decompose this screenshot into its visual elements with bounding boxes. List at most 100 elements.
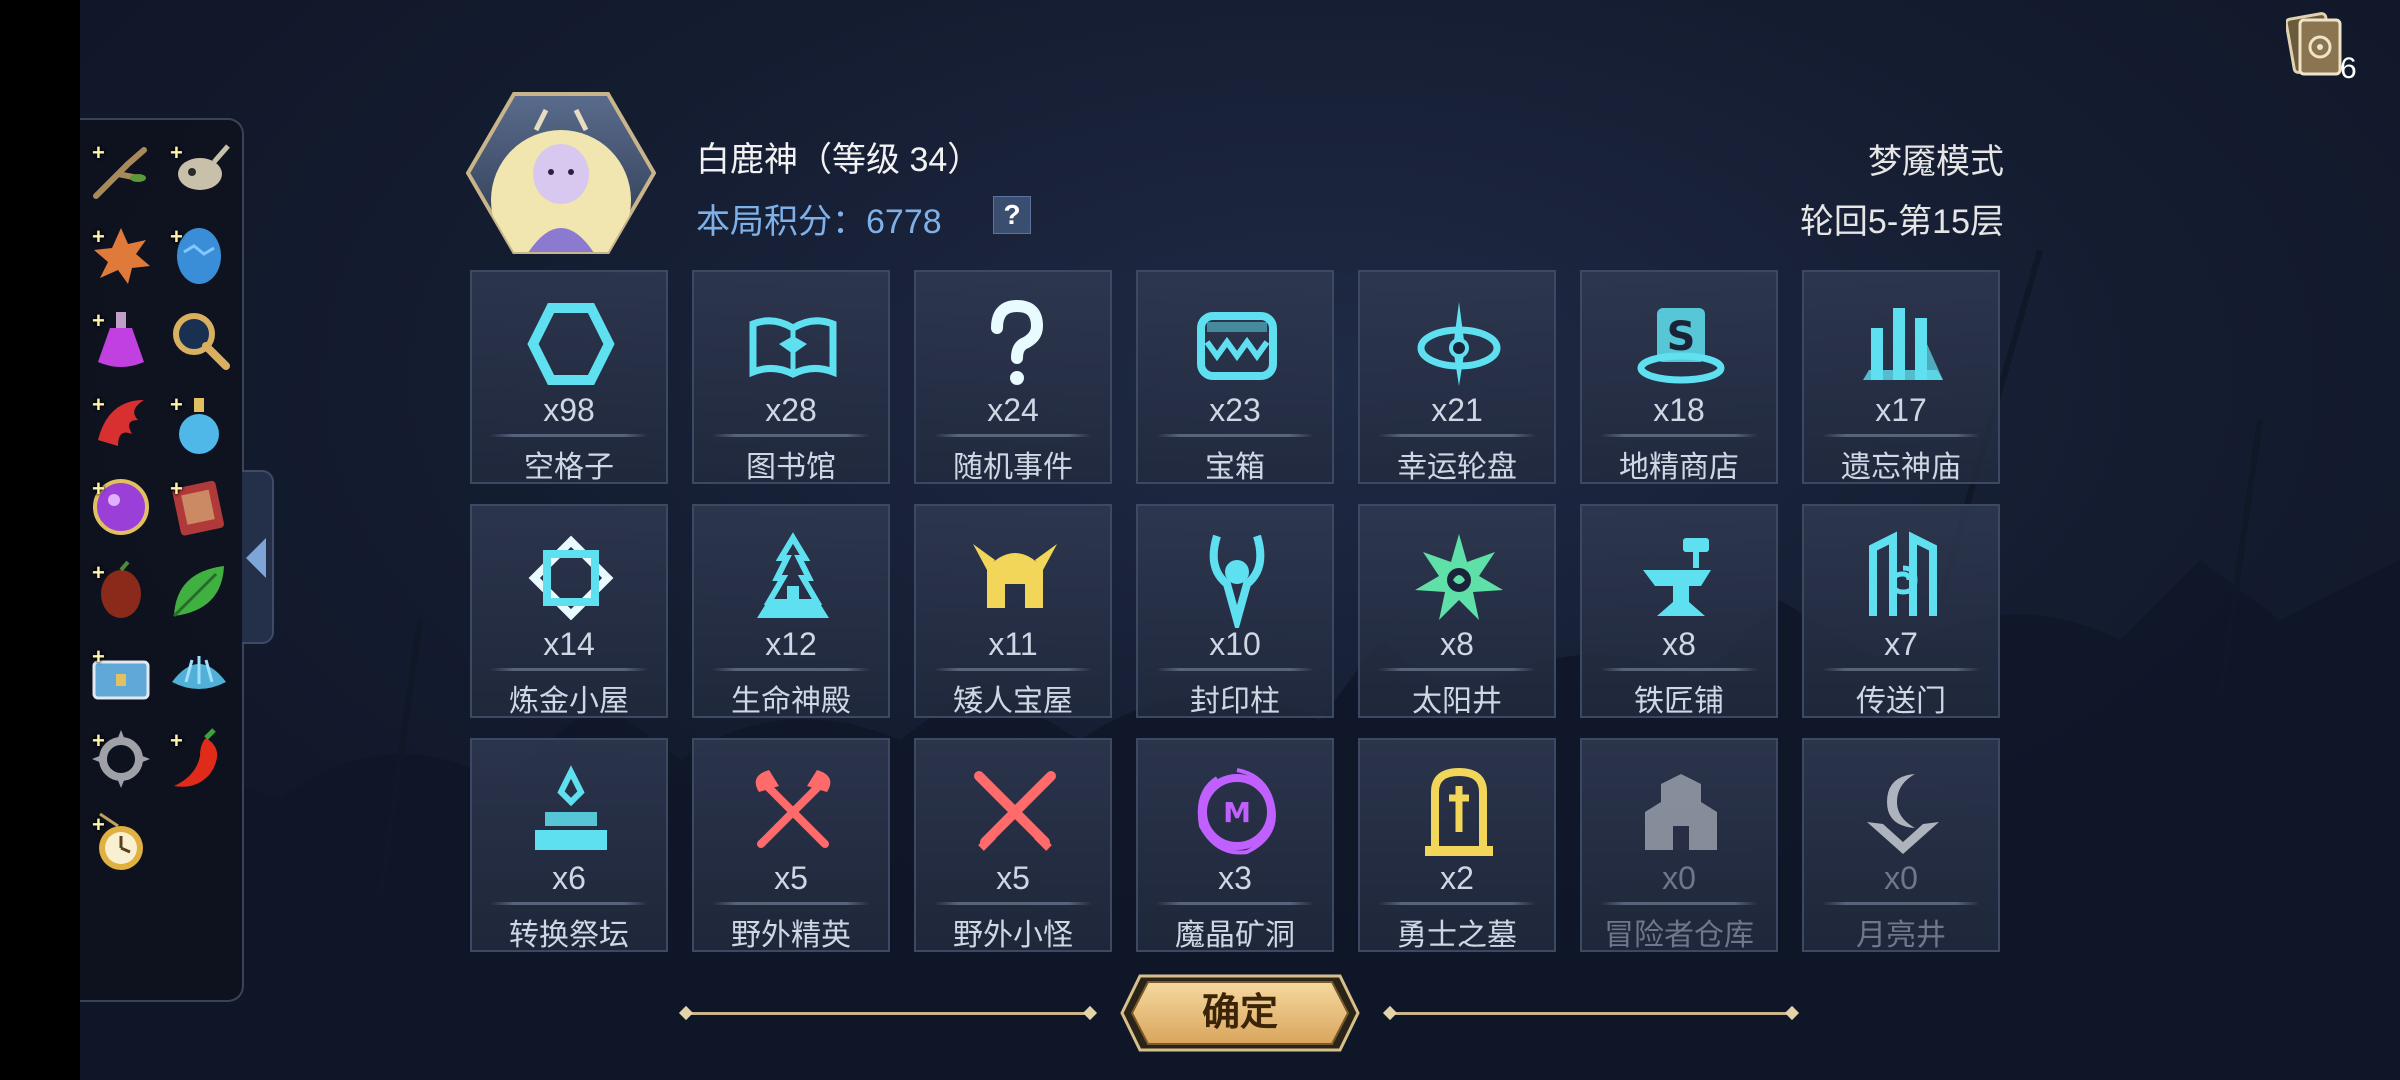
divider [1600, 668, 1758, 671]
tile-count: x3 [1218, 860, 1252, 896]
spell-book-icon[interactable]: + [166, 474, 232, 540]
tile-label: 传送门 [1856, 685, 1946, 718]
divider [934, 434, 1092, 437]
anvil-icon [1631, 528, 1731, 628]
upgrade-plus-icon: + [92, 728, 105, 753]
crossed-axes-icon [743, 762, 843, 862]
score-label: 本局积分： [696, 203, 866, 241]
tile-count: x10 [1209, 626, 1261, 662]
blue-potion-icon[interactable]: + [166, 390, 232, 456]
red-claw-icon[interactable]: + [88, 390, 154, 456]
warehouse-icon [1631, 762, 1731, 862]
tile-count: x98 [543, 392, 595, 428]
divider [490, 902, 648, 905]
tile-count: x23 [1209, 392, 1261, 428]
tile-count: x14 [543, 626, 595, 662]
sun-well-icon [1409, 528, 1509, 628]
tile-label: 空格子 [524, 451, 614, 484]
upgrade-plus-icon: + [92, 644, 105, 669]
tile-stat-card: x17 遗忘神庙 [1802, 270, 2000, 484]
confirm-label: 确定 [1201, 992, 1278, 1034]
tile-stat-card: x2 勇士之墓 [1358, 738, 1556, 952]
upgrade-plus-icon: + [92, 476, 105, 501]
tile-stats-grid: x98 空格子 x28 图书馆 x24 随机事件 x23 宝箱 x21 幸运轮盘 Sx18 地精商店 x… [470, 270, 2004, 954]
tile-count: x6 [552, 860, 586, 896]
card-deck-icon[interactable] [2284, 10, 2348, 80]
tile-label: 地精商店 [1619, 451, 1739, 484]
divider [712, 434, 870, 437]
upgrade-plus-icon: + [170, 140, 183, 165]
tile-stat-card: x8 铁匠铺 [1580, 504, 1778, 718]
divider [1378, 434, 1536, 437]
green-leaf-icon[interactable] [166, 558, 232, 624]
tile-stat-card: x5 野外精英 [692, 738, 890, 952]
confirm-button[interactable]: 确定 [1120, 972, 1360, 1054]
difficulty-mode: 梦魇模式 [1868, 143, 2004, 181]
magnifier-icon[interactable] [166, 306, 232, 372]
tile-label: 转换祭坛 [509, 919, 629, 952]
tile-count: x2 [1440, 860, 1474, 896]
tile-stat-card: Mx3 魔晶矿洞 [1136, 738, 1334, 952]
treasure-chest-icon[interactable]: + [88, 642, 154, 708]
tile-count: x8 [1662, 626, 1696, 662]
tile-label: 冒险者仓库 [1604, 919, 1754, 952]
moon-well-icon [1853, 762, 1953, 862]
help-button[interactable]: ? [993, 196, 1031, 234]
alchemy-hut-icon [521, 528, 621, 628]
hexagon-icon [521, 294, 621, 394]
hero-portrait[interactable] [465, 90, 657, 256]
divider [1378, 902, 1536, 905]
upgrade-plus-icon: + [92, 140, 105, 165]
divider [1156, 668, 1314, 671]
tile-stat-card: x7 传送门 [1802, 504, 2000, 718]
divider [1156, 434, 1314, 437]
upgrade-plus-icon: + [170, 224, 183, 249]
branch-icon[interactable]: + [88, 138, 154, 204]
dark-seed-icon[interactable]: + [88, 558, 154, 624]
chili-pepper-icon[interactable]: + [166, 726, 232, 792]
clam-shell-icon[interactable] [166, 642, 232, 708]
upgrade-plus-icon: + [170, 476, 183, 501]
tile-label: 魔晶矿洞 [1175, 919, 1295, 952]
divider [934, 902, 1092, 905]
seal-pillar-icon [1187, 528, 1287, 635]
tile-count: x7 [1884, 626, 1918, 662]
tile-count: x21 [1431, 392, 1483, 428]
divider [1822, 668, 1980, 671]
mimic-chest-icon [1187, 294, 1287, 394]
animal-skull-icon[interactable]: + [166, 138, 232, 204]
tombstone-icon [1409, 762, 1509, 862]
tile-label: 勇士之墓 [1397, 919, 1517, 952]
spiky-shell-icon[interactable]: + [88, 222, 154, 288]
purple-orb-icon[interactable]: + [88, 474, 154, 540]
tile-stat-card: x23 宝箱 [1136, 270, 1334, 484]
inventory-sidebar: + + + + + + + + + + + + + + [80, 118, 244, 1002]
tile-stat-card: x0 月亮井 [1802, 738, 2000, 952]
tile-stat-card: x6 转换祭坛 [470, 738, 668, 952]
blue-egg-icon[interactable]: + [166, 222, 232, 288]
pocket-watch-icon[interactable]: + [88, 810, 154, 876]
purple-potion-icon[interactable]: + [88, 306, 154, 372]
divider [1156, 902, 1314, 905]
tile-label: 铁匠铺 [1634, 685, 1724, 718]
upgrade-plus-icon: + [170, 728, 183, 753]
decorative-line-left [686, 1012, 1090, 1015]
upgrade-plus-icon: + [92, 224, 105, 249]
tile-count: x8 [1440, 626, 1474, 662]
tile-label: 幸运轮盘 [1397, 451, 1517, 484]
tile-label: 太阳井 [1412, 685, 1502, 718]
tile-label: 宝箱 [1205, 451, 1265, 484]
score-value: 6778 [866, 203, 942, 241]
divider [712, 902, 870, 905]
divider [490, 434, 648, 437]
goblin-shop-icon: S [1631, 294, 1731, 394]
upgrade-plus-icon: + [92, 392, 105, 417]
divider [1600, 434, 1758, 437]
tile-count: x0 [1884, 860, 1918, 896]
screen-left-bar [0, 0, 80, 1080]
tile-label: 矮人宝屋 [953, 685, 1073, 718]
collapse-sidebar-button[interactable] [242, 470, 274, 644]
tile-count: x11 [988, 626, 1038, 662]
tile-stat-card: x0 冒险者仓库 [1580, 738, 1778, 952]
spiked-ring-icon[interactable]: + [88, 726, 154, 792]
